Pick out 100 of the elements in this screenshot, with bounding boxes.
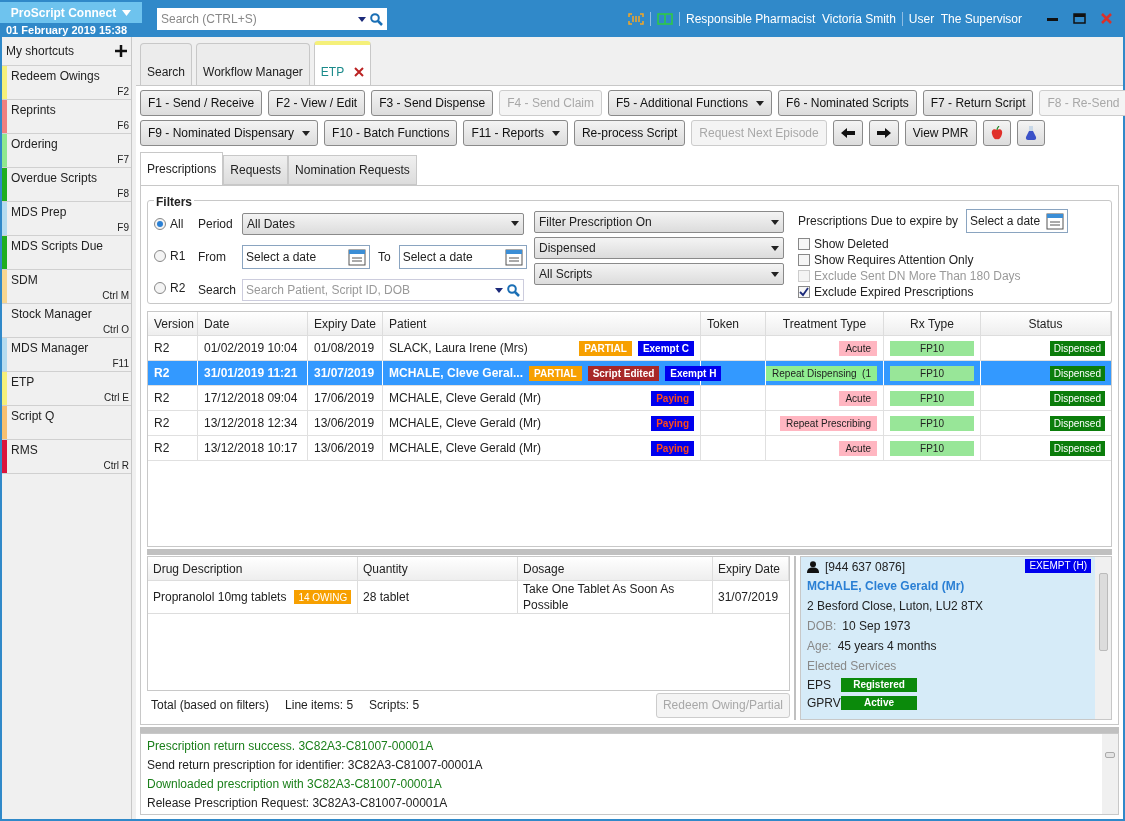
- shortcut-item[interactable]: MDS Scripts Due: [2, 236, 131, 270]
- toolbar-button[interactable]: F9 - Nominated Dispensary: [140, 120, 319, 146]
- shortcut-item[interactable]: Overdue Scripts F8: [2, 168, 131, 202]
- table-cell: 13/06/2019: [308, 411, 383, 435]
- table-row[interactable]: R2 01/02/2019 10:04 01/08/2019 SLACK, Laura Irene (Mrs) PARTIAL Exempt C Acute FP10 Dispensed: [148, 336, 1111, 361]
- toolbar-button[interactable]: F3 - Send Dispense: [371, 90, 494, 116]
- column-header[interactable]: Status: [981, 312, 1111, 335]
- dropdown[interactable]: Filter Prescription On: [534, 211, 784, 233]
- table-row[interactable]: R2 31/01/2019 11:21 31/07/2019 MCHALE, Cleve Geral... PARTIAL Script Edited Exempt H Repeat Dispensing (1 FP10 Dispensed: [148, 361, 1111, 386]
- checkbox[interactable]: Exclude Expired Prescriptions: [798, 284, 1069, 300]
- status-tag: PARTIAL: [529, 365, 582, 381]
- shortcut-label: ETP: [11, 375, 35, 389]
- field-value: 45 years 4 months: [837, 638, 937, 655]
- icon-button[interactable]: [1016, 120, 1045, 146]
- tab[interactable]: Prescriptions: [140, 152, 224, 185]
- radio-button[interactable]: All: [154, 215, 198, 233]
- shortcut-item[interactable]: RMS Ctrl R: [2, 440, 131, 474]
- rx-type-tag: FP10: [890, 415, 974, 431]
- date-field[interactable]: Select a date: [242, 245, 370, 269]
- dropdown[interactable]: Dispensed: [534, 237, 784, 259]
- shortcut-item[interactable]: MDS Prep F9: [2, 202, 131, 236]
- radio-button[interactable]: R2: [154, 279, 198, 297]
- column-header[interactable]: Rx Type: [884, 312, 981, 335]
- checkbox[interactable]: Show Deleted: [798, 236, 1069, 252]
- service-name: EPS: [807, 677, 832, 693]
- dropdown[interactable]: All Scripts: [534, 263, 784, 285]
- caret-icon: [495, 287, 503, 293]
- toolbar-button[interactable]: F7 - Return Script: [922, 90, 1034, 116]
- scrollbar[interactable]: [1095, 557, 1111, 719]
- toolbar-button[interactable]: Re-process Script: [573, 120, 686, 146]
- toolbar-button[interactable]: F10 - Batch Functions: [324, 120, 458, 146]
- column-header[interactable]: Quantity: [358, 557, 518, 580]
- shortcut-key: F9: [117, 222, 129, 234]
- scrollbar[interactable]: [1102, 734, 1118, 814]
- right-arrow-icon: [876, 128, 891, 138]
- icon-button[interactable]: [868, 120, 899, 146]
- log-message: Send return prescription for identifier: 3C82A3-C81007-00001A: [147, 757, 484, 773]
- status-tag: Dispensed: [1049, 390, 1105, 406]
- user-label: User The Supervisor: [908, 10, 1022, 28]
- date-input[interactable]: Select a date: [402, 248, 503, 266]
- column-header[interactable]: Treatment Type: [766, 312, 884, 335]
- toolbar-button[interactable]: F1 - Send / Receive: [140, 90, 263, 116]
- close-icon[interactable]: [354, 67, 365, 77]
- table-cell: 28 tablet: [358, 581, 518, 613]
- column-header[interactable]: Date: [198, 312, 308, 335]
- toolbar-button[interactable]: F5 - Additional Functions: [607, 90, 773, 116]
- field-label: Prescriptions Due to expire by: [798, 213, 959, 230]
- table-row[interactable]: R2 17/12/2018 09:04 17/06/2019 MCHALE, Cleve Gerald (Mr) Paying Acute FP10 Dispensed: [148, 386, 1111, 411]
- search-field[interactable]: Search (CTRL+S): [157, 8, 387, 30]
- tab[interactable]: ETP: [313, 41, 372, 85]
- shortcut-item[interactable]: MDS Manager F11: [2, 338, 131, 372]
- tab[interactable]: Workflow Manager: [196, 43, 310, 85]
- column-header[interactable]: Expiry Date: [308, 312, 383, 335]
- calendar-icon[interactable]: [348, 248, 366, 266]
- column-header[interactable]: Drug Description: [148, 557, 358, 580]
- field-label: Period: [198, 215, 234, 233]
- caret-icon: [302, 130, 311, 136]
- toolbar-button[interactable]: View PMR: [904, 120, 977, 146]
- shortcut-item[interactable]: Script Q: [2, 406, 131, 440]
- date-field[interactable]: Select a date: [398, 245, 527, 269]
- shortcut-item[interactable]: SDM Ctrl M: [2, 270, 131, 304]
- toolbar-button[interactable]: F2 - View / Edit: [268, 90, 366, 116]
- date-input[interactable]: Select a date: [970, 212, 1045, 230]
- tab[interactable]: Requests: [223, 155, 289, 185]
- icon-button[interactable]: [832, 120, 863, 146]
- table-row[interactable]: R2 13/12/2018 12:34 13/06/2019 MCHALE, Cleve Gerald (Mr) Paying Repeat Prescribing FP10 Dispensed: [148, 411, 1111, 436]
- date-input[interactable]: Select a date: [246, 248, 346, 266]
- add-icon[interactable]: [115, 45, 127, 57]
- column-header[interactable]: Dosage: [518, 557, 713, 580]
- service-status: Active: [841, 696, 917, 710]
- search-input[interactable]: Search Patient, Script ID, DOB: [246, 281, 491, 300]
- shortcut-label: Stock Manager: [11, 307, 92, 321]
- status-tag: Paying: [651, 440, 694, 456]
- search-icon[interactable]: [507, 283, 520, 297]
- toolbar-button[interactable]: F6 - Nominated Scripts: [778, 90, 917, 116]
- calendar-icon[interactable]: [1046, 212, 1065, 230]
- shortcut-key: Ctrl O: [102, 324, 129, 336]
- toolbar-button[interactable]: F11 - Reports: [463, 120, 568, 146]
- shortcut-item[interactable]: Reprints F6: [2, 100, 131, 134]
- checkbox[interactable]: Show Requires Attention Only: [798, 252, 1069, 268]
- tab[interactable]: Search: [140, 43, 193, 85]
- date-field[interactable]: Select a date: [966, 209, 1069, 233]
- column-header[interactable]: Patient: [383, 312, 701, 335]
- shortcut-item[interactable]: Redeem Owings F2: [2, 66, 131, 100]
- column-header[interactable]: Version: [148, 312, 198, 335]
- tab[interactable]: Nomination Requests: [288, 155, 417, 185]
- search-input[interactable]: Search (CTRL+S): [161, 10, 354, 28]
- maximize-icon[interactable]: [1073, 12, 1086, 25]
- calendar-icon[interactable]: [504, 248, 523, 266]
- table-cell: 01/02/2019 10:04: [198, 336, 308, 360]
- table-row[interactable]: R2 13/12/2018 10:17 13/06/2019 MCHALE, Cleve Gerald (Mr) Paying Acute FP10 Dispensed: [148, 436, 1111, 461]
- status-tag: Paying: [651, 415, 694, 431]
- search-field[interactable]: Search Patient, Script ID, DOB: [242, 279, 524, 302]
- dropdown[interactable]: All Dates: [242, 212, 524, 235]
- column-header[interactable]: Expiry Date: [713, 557, 789, 580]
- shortcut-item[interactable]: ETP Ctrl E: [2, 372, 131, 406]
- column-header[interactable]: Token: [701, 312, 766, 335]
- search-icon[interactable]: [370, 12, 383, 26]
- shortcut-item[interactable]: Ordering F7: [2, 134, 131, 168]
- radio-button[interactable]: R1: [154, 247, 198, 265]
